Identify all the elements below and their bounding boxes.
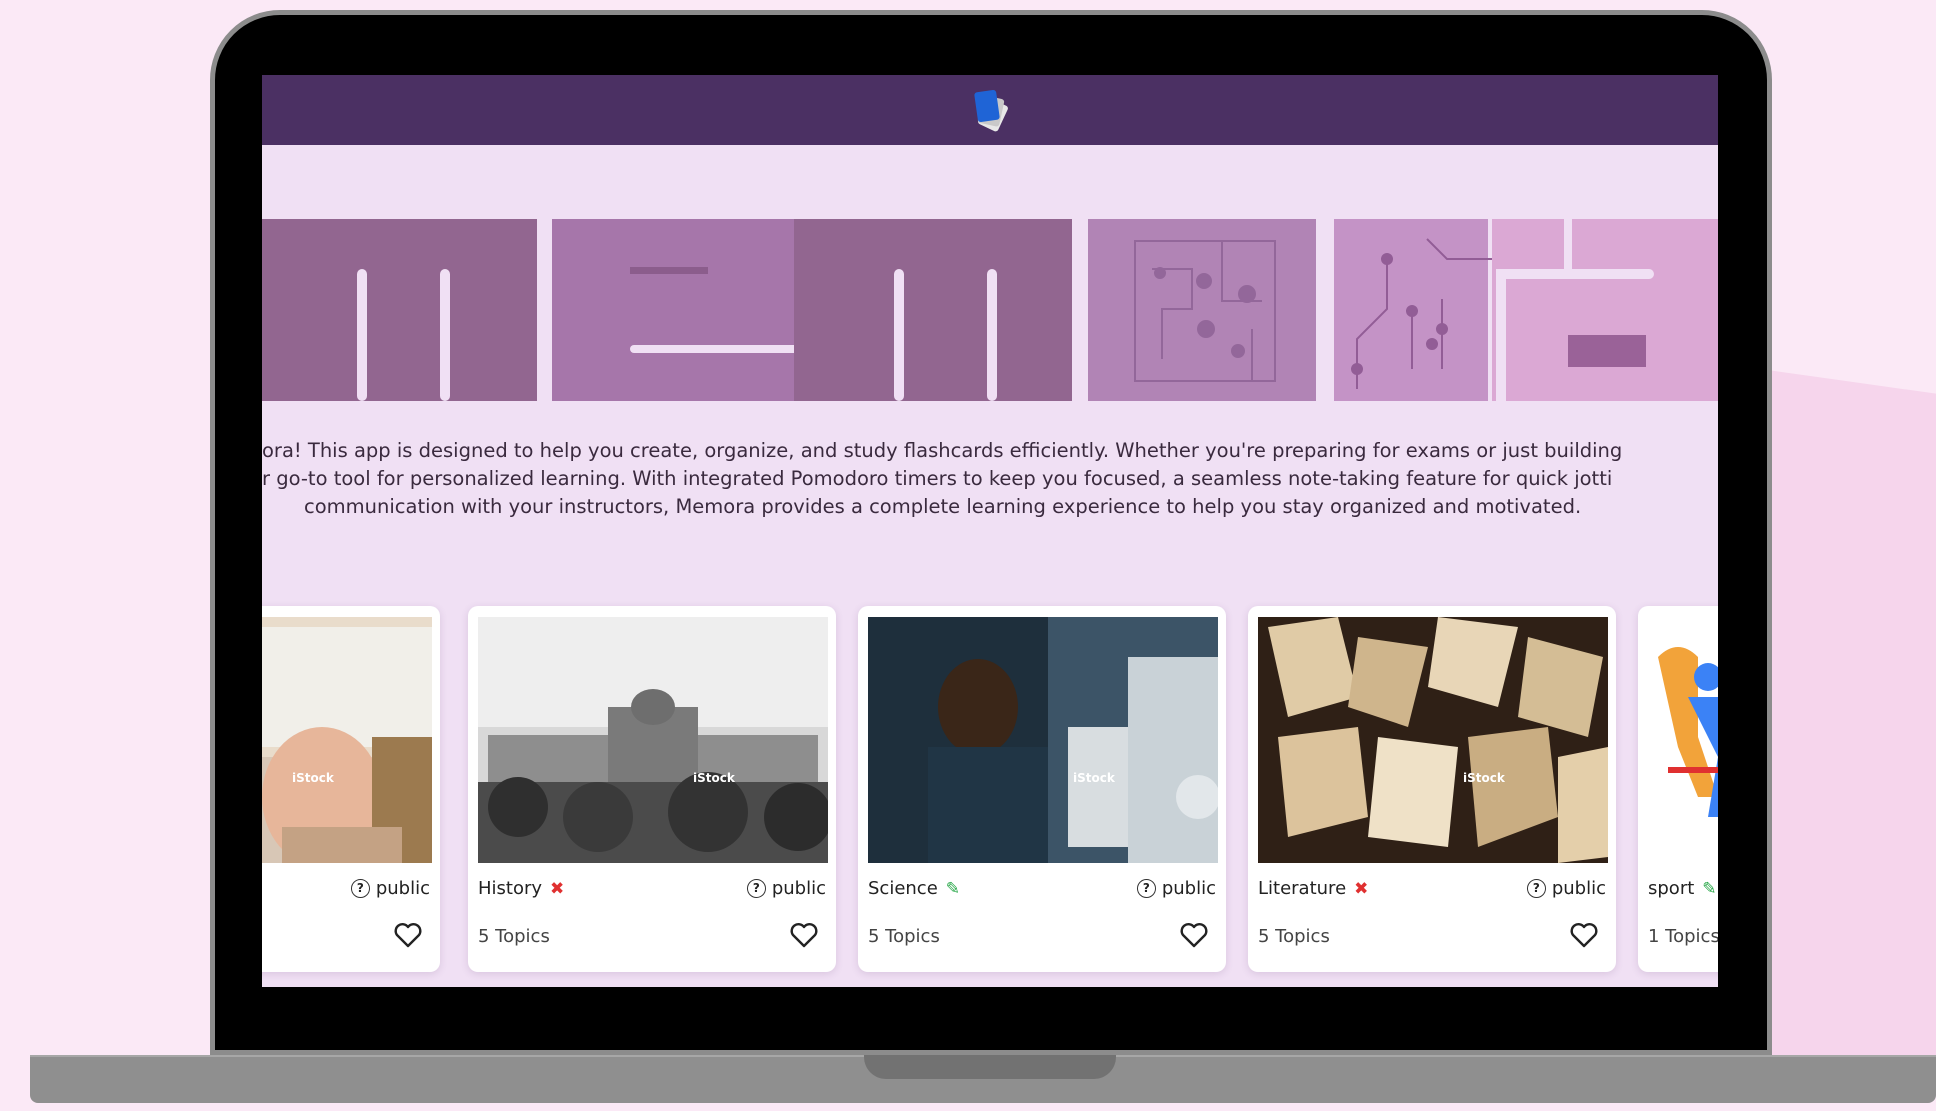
memora-wordmark-banner: memora — [262, 219, 1718, 401]
topics-count: 5 Topics — [1258, 926, 1330, 947]
heart-icon[interactable] — [1180, 922, 1208, 948]
subject-card-science[interactable]: iStock Science ✎ ? public 5 Topics — [858, 606, 1226, 972]
subject-card-sport[interactable]: sport ✎ 1 Topics — [1638, 606, 1718, 972]
visibility-label: ? public — [746, 878, 826, 899]
topics-count: 5 Topics — [478, 926, 550, 947]
heart-icon[interactable] — [790, 922, 818, 948]
close-icon[interactable]: ✖ — [550, 879, 564, 899]
scientist-microscope-photo — [868, 617, 1218, 863]
intro-line-1: ora! This app is designed to help you cr… — [262, 439, 1623, 462]
help-icon[interactable]: ? — [1136, 879, 1156, 898]
card-title[interactable]: History ✖ — [478, 878, 564, 899]
close-icon[interactable]: ✖ — [1354, 879, 1368, 899]
watermark-text: iStock — [1073, 771, 1115, 785]
topics-count: 1 Topics — [1648, 926, 1718, 947]
help-icon[interactable]: ? — [746, 879, 766, 898]
subject-card-history[interactable]: iStock History ✖ ? public 5 Topics — [468, 606, 836, 972]
intro-line-3: communication with your instructors, Mem… — [304, 495, 1582, 518]
topics-count: 5 Topics — [868, 926, 940, 947]
help-icon[interactable]: ? — [1526, 879, 1546, 898]
card-title[interactable]: sport ✎ — [1648, 878, 1717, 899]
card-title[interactable]: Science ✎ — [868, 878, 960, 899]
watermark-text: iStock — [292, 771, 334, 785]
child-classroom-photo — [262, 617, 432, 863]
heart-icon[interactable] — [1570, 922, 1598, 948]
background-shape — [1760, 368, 1936, 1111]
help-icon[interactable]: ? — [350, 879, 370, 898]
subject-card[interactable]: iStock ? public — [262, 606, 440, 972]
sport-illustration — [1648, 617, 1718, 863]
historic-building-bw-photo — [478, 617, 828, 863]
visibility-label: ? public — [350, 878, 430, 899]
laptop-base-notch — [864, 1055, 1116, 1079]
visibility-label: ? public — [1136, 878, 1216, 899]
watermark-text: iStock — [1463, 771, 1505, 785]
open-books-photo — [1258, 617, 1608, 863]
pencil-icon[interactable]: ✎ — [1702, 879, 1716, 899]
intro-line-2: r go-to tool for personalized learning. … — [262, 467, 1613, 490]
card-title[interactable]: Literature ✖ — [1258, 878, 1368, 899]
heart-icon[interactable] — [394, 922, 422, 948]
watermark-text: iStock — [693, 771, 735, 785]
visibility-label: ? public — [1526, 878, 1606, 899]
top-navigation-bar — [262, 75, 1718, 145]
subject-card-literature[interactable]: iStock Literature ✖ ? public 5 Topics — [1248, 606, 1616, 972]
flashcard-stack-icon[interactable] — [968, 87, 1014, 137]
pencil-icon[interactable]: ✎ — [946, 879, 960, 899]
app-screen: memora — [262, 75, 1718, 987]
